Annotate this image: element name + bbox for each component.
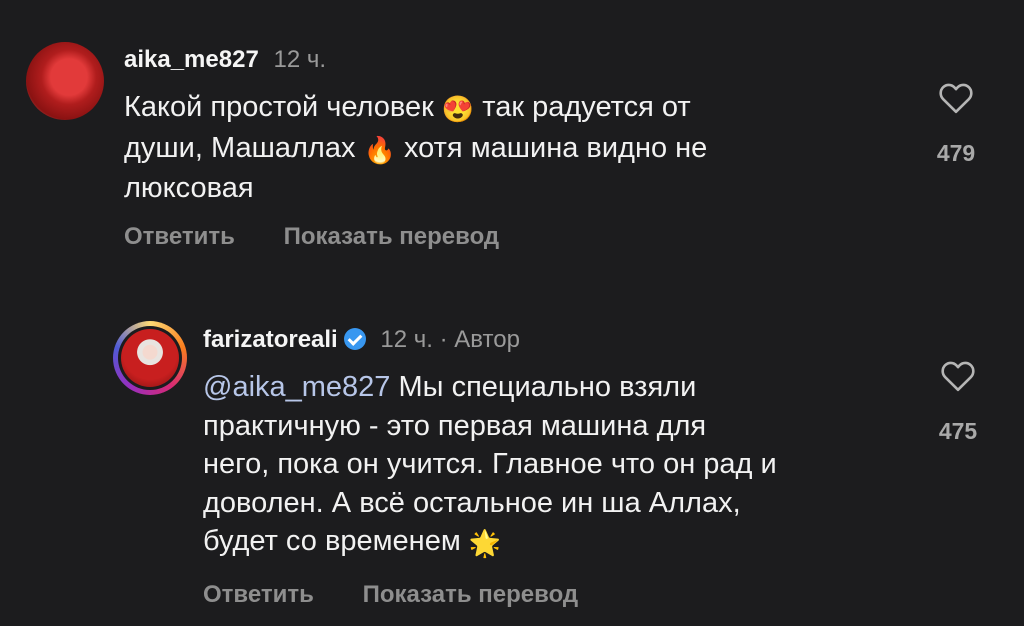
reply-button[interactable]: Ответить — [203, 581, 314, 608]
comment-actions: Ответить Показать перевод — [203, 581, 620, 609]
like-count: 479 — [936, 140, 976, 166]
like-count: 475 — [938, 418, 978, 444]
reply-button[interactable]: Ответить — [124, 223, 235, 250]
heart-eyes-emoji: 😍 — [441, 94, 475, 124]
show-translation-button[interactable]: Показать перевод — [284, 223, 500, 250]
avatar[interactable] — [113, 321, 187, 395]
verified-badge-icon — [343, 328, 366, 350]
fire-emoji: 🔥 — [363, 134, 396, 165]
like-control: 475 — [928, 360, 988, 445]
username[interactable]: farizatoreali — [203, 326, 338, 353]
comment-actions: Ответить Показать перевод — [124, 223, 541, 251]
comment-text-part: Какой простой человек — [124, 91, 442, 123]
heart-icon[interactable] — [938, 82, 974, 114]
show-translation-button[interactable]: Показать перевод — [363, 581, 579, 608]
like-control: 479 — [926, 82, 986, 167]
comment-text: Какой простой человек 😍 так радуется от … — [124, 88, 884, 208]
timestamp: 12 ч. — [380, 326, 433, 353]
comment-text: @aika_me827 Мы специально взяли практичн… — [203, 368, 923, 563]
author-label: · Автор — [439, 326, 520, 353]
comment-header: farizatoreali 12 ч. · Автор — [203, 326, 520, 354]
mention-link[interactable]: @aika_me827 — [203, 371, 390, 403]
heart-icon[interactable] — [940, 360, 976, 392]
star-emoji: 🌟 — [468, 528, 502, 558]
avatar[interactable] — [26, 42, 104, 120]
timestamp: 12 ч. — [273, 46, 327, 73]
comment-header: aika_me827 12 ч. — [124, 46, 326, 74]
username[interactable]: aika_me827 — [124, 46, 259, 73]
